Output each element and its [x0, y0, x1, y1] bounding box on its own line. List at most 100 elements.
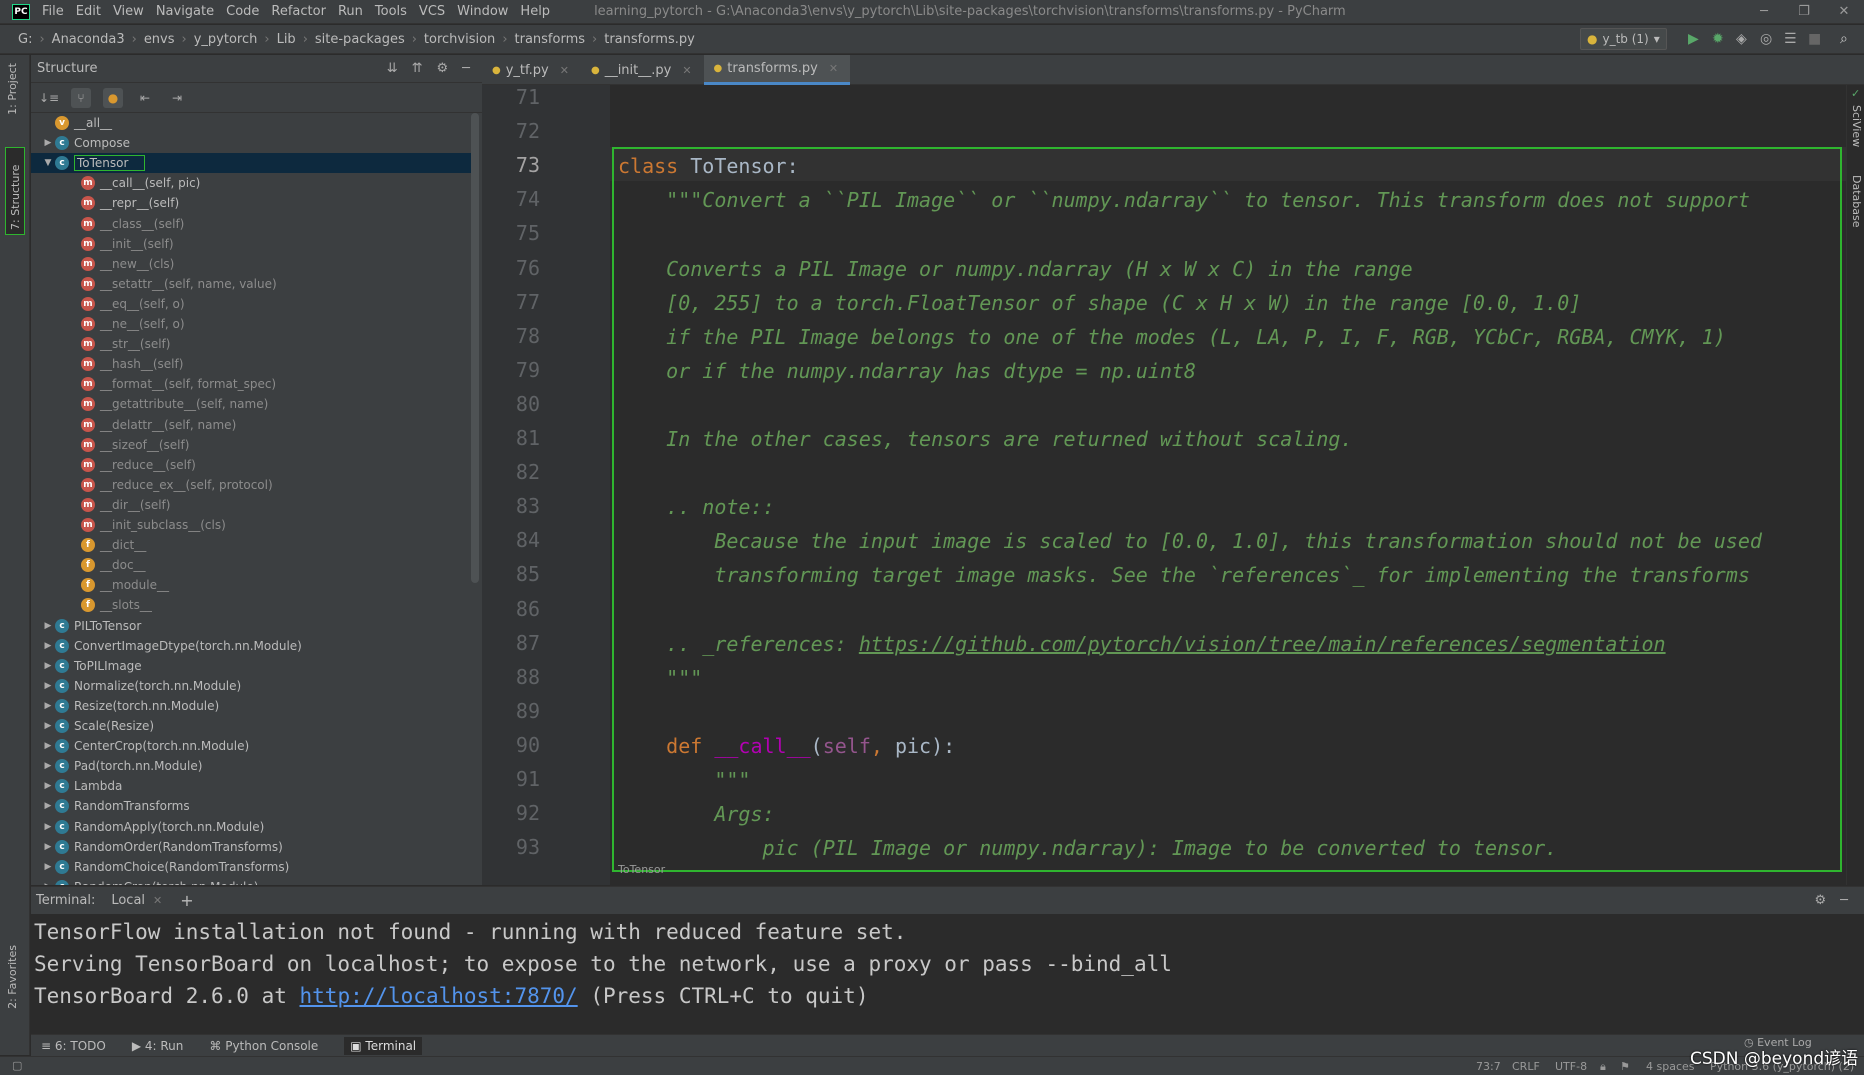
- tree-item[interactable]: ▶ c Normalize(torch.nn.Module): [31, 676, 471, 696]
- hide-icon[interactable]: ─: [1840, 893, 1848, 908]
- expand-arrow-icon[interactable]: ▶: [41, 741, 55, 751]
- autoscroll-from-source-icon[interactable]: ⇥: [167, 88, 187, 108]
- file-encoding[interactable]: UTF-8: [1555, 1060, 1587, 1073]
- tree-item[interactable]: m __dir__(self): [31, 495, 471, 515]
- project-tool-tab[interactable]: 1: Project: [6, 63, 19, 115]
- tree-item[interactable]: ▶ c RandomChoice(RandomTransforms): [31, 857, 471, 877]
- hide-icon[interactable]: ─: [462, 61, 470, 76]
- expand-arrow-icon[interactable]: ▶: [41, 681, 55, 691]
- expand-arrow-icon[interactable]: ▶: [41, 882, 55, 885]
- tree-item[interactable]: ▶ c RandomApply(torch.nn.Module): [31, 817, 471, 837]
- search-icon[interactable]: ⌕: [1840, 31, 1848, 47]
- tab-transforms-py[interactable]: ● transforms.py ✕: [703, 55, 851, 85]
- expand-arrow-icon[interactable]: ▶: [41, 138, 55, 148]
- tree-item[interactable]: m __init__(self): [31, 234, 471, 254]
- tree-item[interactable]: m __repr__(self): [31, 193, 471, 213]
- expand-arrow-icon[interactable]: ▶: [41, 701, 55, 711]
- tree-item[interactable]: ▶ c Pad(torch.nn.Module): [31, 756, 471, 776]
- tree-item[interactable]: ▶ c PILToTensor: [31, 616, 471, 636]
- tree-item[interactable]: ▶ c ConvertImageDtype(torch.nn.Module): [31, 636, 471, 656]
- breadcrumb-item[interactable]: transforms.py: [604, 32, 695, 47]
- expand-arrow-icon[interactable]: ▼: [41, 158, 55, 168]
- expand-arrow-icon[interactable]: ▶: [41, 862, 55, 872]
- menu-vcs[interactable]: VCS: [413, 4, 451, 19]
- tree-item[interactable]: m __class__(self): [31, 214, 471, 234]
- sort-alpha-icon[interactable]: ↓≡: [39, 88, 59, 108]
- cursor-position[interactable]: 73:7: [1476, 1060, 1501, 1073]
- breadcrumb-item[interactable]: site-packages: [315, 32, 405, 47]
- structure-tool-tab[interactable]: 7: Structure: [5, 147, 25, 235]
- menu-refactor[interactable]: Refactor: [265, 4, 332, 19]
- tree-item[interactable]: ▶ c CenterCrop(torch.nn.Module): [31, 736, 471, 756]
- expand-arrow-icon[interactable]: ▶: [41, 842, 55, 852]
- close-tab-icon[interactable]: ✕: [153, 894, 162, 907]
- expand-arrow-icon[interactable]: ▶: [41, 661, 55, 671]
- breadcrumb-item[interactable]: Anaconda3: [52, 32, 125, 47]
- restore-icon[interactable]: ❐: [1784, 4, 1824, 19]
- tree-item[interactable]: f __doc__: [31, 555, 471, 575]
- tree-item[interactable]: ▼ c ToTensor: [31, 153, 471, 174]
- gear-icon[interactable]: ⚙: [1815, 893, 1827, 908]
- tree-item[interactable]: m __reduce_ex__(self, protocol): [31, 475, 471, 495]
- menu-window[interactable]: Window: [451, 4, 514, 19]
- debug-icon[interactable]: ✹: [1712, 31, 1724, 47]
- tree-item[interactable]: m __reduce__(self): [31, 455, 471, 475]
- tree-item[interactable]: ▶ c Scale(Resize): [31, 716, 471, 736]
- breadcrumb-item[interactable]: transforms: [515, 32, 586, 47]
- tree-item[interactable]: ▶ c Lambda: [31, 776, 471, 796]
- tree-item[interactable]: m __eq__(self, o): [31, 294, 471, 314]
- expand-arrow-icon[interactable]: ▶: [41, 781, 55, 791]
- close-tab-icon[interactable]: ✕: [829, 62, 838, 75]
- tree-item[interactable]: m __call__(self, pic): [31, 173, 471, 193]
- coverage-icon[interactable]: ◈: [1736, 31, 1747, 47]
- menu-tools[interactable]: Tools: [369, 4, 413, 19]
- breadcrumb-item[interactable]: Lib: [277, 32, 296, 47]
- close-icon[interactable]: ✕: [1824, 4, 1864, 19]
- tree-item[interactable]: m __hash__(self): [31, 354, 471, 374]
- menu-run[interactable]: Run: [332, 4, 369, 19]
- tree-item[interactable]: m __sizeof__(self): [31, 435, 471, 455]
- layout-icon[interactable]: ▢: [12, 1059, 22, 1072]
- minimize-icon[interactable]: ─: [1744, 4, 1784, 19]
- tool-tab[interactable]: ⌘ Python Console: [209, 1039, 318, 1053]
- sciview-tab[interactable]: SciView: [1850, 105, 1863, 147]
- gear-icon[interactable]: ⚙: [437, 61, 449, 76]
- database-tab[interactable]: Database: [1850, 175, 1863, 228]
- profile-icon[interactable]: ◎: [1760, 31, 1772, 47]
- indent-setting[interactable]: 4 spaces: [1646, 1060, 1695, 1073]
- tree-item[interactable]: ▶ c RandomTransforms: [31, 796, 471, 816]
- tree-item[interactable]: ▶ c ToPILImage: [31, 656, 471, 676]
- tree-item[interactable]: v __all__: [31, 113, 471, 133]
- expand-arrow-icon[interactable]: ▶: [41, 801, 55, 811]
- breadcrumb-item[interactable]: G:: [18, 32, 32, 47]
- terminal-tab-local[interactable]: Local ✕: [111, 893, 162, 908]
- menu-code[interactable]: Code: [220, 4, 265, 19]
- menu-edit[interactable]: Edit: [70, 4, 107, 19]
- editor-breadcrumb[interactable]: ToTensor: [618, 863, 665, 876]
- expand-arrow-icon[interactable]: ▶: [41, 721, 55, 731]
- tree-item[interactable]: ▶ c Resize(torch.nn.Module): [31, 696, 471, 716]
- show-inherited-icon[interactable]: ⑂: [71, 87, 91, 108]
- tool-tab[interactable]: ▣ Terminal: [344, 1036, 423, 1055]
- tree-item[interactable]: ▶ c Compose: [31, 133, 471, 153]
- expand-all-icon[interactable]: ⇊: [387, 61, 398, 76]
- new-terminal-icon[interactable]: +: [180, 891, 193, 910]
- tool-tab[interactable]: ▶ 4: Run: [132, 1039, 184, 1053]
- inspection-ok-icon[interactable]: ✓: [1851, 87, 1860, 100]
- tree-item[interactable]: ▶c RandomCrop(torch.nn.Module): [31, 877, 471, 885]
- tree-item[interactable]: m __getattribute__(self, name): [31, 394, 471, 414]
- menu-file[interactable]: File: [36, 4, 70, 19]
- breadcrumb-item[interactable]: envs: [144, 32, 175, 47]
- tool-tab[interactable]: ≡ 6: TODO: [41, 1039, 106, 1053]
- tree-item[interactable]: m __new__(cls): [31, 254, 471, 274]
- structure-scrollbar[interactable]: [471, 113, 479, 583]
- menu-help[interactable]: Help: [514, 4, 556, 19]
- close-tab-icon[interactable]: ✕: [560, 64, 569, 77]
- breadcrumb-item[interactable]: torchvision: [424, 32, 495, 47]
- run-config-dropdown[interactable]: ● y_tb (1) ▾: [1580, 28, 1667, 50]
- tree-item[interactable]: m __delattr__(self, name): [31, 415, 471, 435]
- menu-view[interactable]: View: [107, 4, 150, 19]
- line-separator[interactable]: CRLF: [1512, 1060, 1540, 1073]
- breadcrumb-item[interactable]: y_pytorch: [194, 32, 258, 47]
- collapse-all-icon[interactable]: ⇈: [412, 61, 423, 76]
